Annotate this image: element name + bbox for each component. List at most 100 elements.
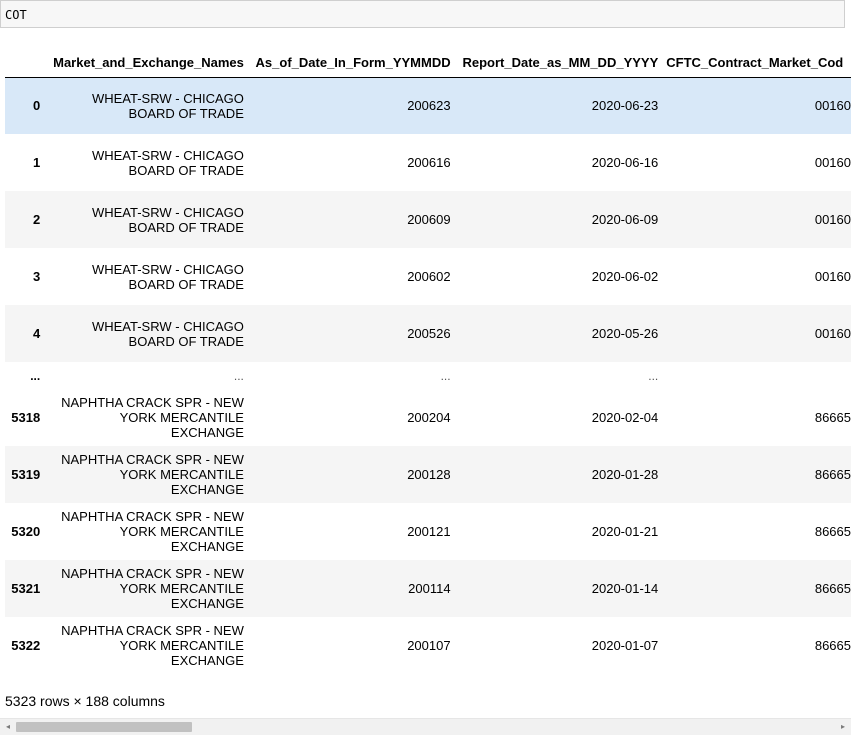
market-name-line: BOARD OF TRADE [128,219,244,235]
market-name-line: YORK MERCANTILE [119,410,244,425]
scroll-left-icon[interactable]: ◂ [3,722,13,732]
column-header: Market_and_Exchange_Names [48,49,248,78]
table-row[interactable]: 5318 NAPHTHA CRACK SPR - NEW YORK MERCANTI… [5,389,851,446]
market-name-line: YORK MERCANTILE [119,638,244,653]
table-row[interactable]: 4 WHEAT-SRW - CHICAGO BOARD OF TRADE 200526… [5,305,851,362]
market-name-line: BOARD OF TRADE [128,162,244,178]
market-name-line: BOARD OF TRADE [128,276,244,292]
column-header: CFTC_Contract_Market_Cod [662,49,851,78]
notebook-output: COT Market_and_Exchange_Names As_of_Date… [0,0,851,737]
table-row[interactable]: 3 WHEAT-SRW - CHICAGO BOARD OF TRADE 200602… [5,248,851,305]
contract-code-cell: 00160 [814,212,851,227]
contract-code-cell: 86665 [814,638,851,653]
column-header: Report_Date_as_MM_DD_YYYY [454,49,663,78]
row-index: 5319 [11,467,41,482]
table-row[interactable]: 2 WHEAT-SRW - CHICAGO BOARD OF TRADE 200609… [5,191,851,248]
market-name-line: YORK MERCANTILE [119,467,244,482]
contract-code-cell: 00160 [814,155,851,170]
market-name-cell: WHEAT-SRW - CHICAGO BOARD OF TRADE [48,248,248,305]
row-index: 2 [32,212,41,227]
market-name-cell: WHEAT-SRW - CHICAGO BOARD OF TRADE [48,305,248,362]
report-date-cell: 2020-06-09 [591,212,659,227]
code-cell-input[interactable]: COT [0,0,845,28]
market-name-line: WHEAT-SRW - CHICAGO [91,318,244,334]
report-date-cell: 2020-06-02 [591,269,659,284]
dataframe-shape: 5323 rows × 188 columns [5,693,165,709]
report-date-cell: 2020-05-26 [591,326,659,341]
index-header [5,49,49,78]
market-name-line: NAPHTHA CRACK SPR - NEW [61,566,244,581]
row-index: 3 [32,269,41,284]
yymmdd-cell: 200609 [407,212,451,227]
market-name-line: NAPHTHA CRACK SPR - NEW [61,509,244,524]
market-name-line: NAPHTHA CRACK SPR - NEW [61,623,244,638]
market-name-line: BOARD OF TRADE [128,333,244,349]
market-name-line: YORK MERCANTILE [119,524,244,539]
report-date-cell: 2020-01-07 [591,638,659,653]
dataframe-viewport[interactable]: Market_and_Exchange_Names As_of_Date_In_… [0,49,851,678]
scroll-right-icon[interactable]: ▸ [838,722,848,732]
report-date-cell: 2020-06-16 [591,155,659,170]
report-date-cell: 2020-01-21 [591,524,659,539]
row-index: 5321 [11,581,41,596]
contract-code-cell: 86665 [814,524,851,539]
report-date-cell: 2020-06-23 [591,98,659,114]
report-date-cell: 2020-01-28 [591,467,659,482]
contract-code-cell: 00160 [814,98,851,114]
market-name-line: NAPHTHA CRACK SPR - NEW [61,452,244,467]
market-name-line: WHEAT-SRW - CHICAGO [91,147,244,163]
report-date-cell: 2020-02-04 [591,410,659,425]
column-header: As_of_Date_In_Form_YYMMDD [247,49,455,78]
table-row[interactable]: 5319 NAPHTHA CRACK SPR - NEW YORK MERCANTI… [5,446,851,503]
contract-code-cell: 86665 [814,410,851,425]
yymmdd-cell: 200616 [407,155,451,170]
report-date-cell: 2020-01-14 [591,581,659,596]
header-row: Market_and_Exchange_Names As_of_Date_In_… [5,49,851,78]
ellipsis-cell: ... [440,368,451,383]
market-name-cell: NAPHTHA CRACK SPR - NEW YORK MERCANTILE EX… [48,560,248,617]
ellipsis-row: ............ [5,362,851,389]
horizontal-scrollbar[interactable]: ◂ ▸ [0,718,851,735]
row-index: 5318 [11,410,41,425]
market-name-cell: NAPHTHA CRACK SPR - NEW YORK MERCANTILE EX… [48,446,248,503]
market-name-line: BOARD OF TRADE [128,105,244,121]
row-index: 1 [32,155,41,170]
market-name-cell: NAPHTHA CRACK SPR - NEW YORK MERCANTILE EX… [48,503,248,560]
yymmdd-cell: 200526 [407,326,451,341]
row-index: 5320 [11,524,41,539]
ellipsis-cell: ... [233,368,244,383]
table-row[interactable]: 0 WHEAT-SRW - CHICAGO BOARD OF TRADE 200623… [5,77,851,134]
scrollbar-thumb[interactable] [16,722,192,732]
market-name-line: YORK MERCANTILE [119,581,244,596]
market-name-cell: NAPHTHA CRACK SPR - NEW YORK MERCANTILE EX… [48,389,248,446]
ellipsis-cell [662,362,851,389]
contract-code-cell: 00160 [814,269,851,284]
yymmdd-cell: 200107 [407,638,451,653]
market-name-line: EXCHANGE [170,482,244,497]
market-name-cell: WHEAT-SRW - CHICAGO BOARD OF TRADE [48,134,248,191]
contract-code-cell: 00160 [814,326,851,341]
market-name-cell: NAPHTHA CRACK SPR - NEW YORK MERCANTILE EX… [48,617,248,674]
market-name-cell: WHEAT-SRW - CHICAGO BOARD OF TRADE [48,77,248,134]
yymmdd-cell: 200623 [407,98,451,114]
row-index: ... [30,368,41,383]
yymmdd-cell: 200204 [407,410,451,425]
market-name-line: EXCHANGE [170,425,244,440]
table-row[interactable]: 5321 NAPHTHA CRACK SPR - NEW YORK MERCANTI… [5,560,851,617]
market-name-line: EXCHANGE [170,653,244,668]
ellipsis-cell: ... [648,368,659,383]
contract-code-cell: 86665 [814,581,851,596]
market-name-line: NAPHTHA CRACK SPR - NEW [61,395,244,410]
market-name-line: WHEAT-SRW - CHICAGO [91,90,244,106]
table-row[interactable]: 1 WHEAT-SRW - CHICAGO BOARD OF TRADE 200616… [5,134,851,191]
market-name-line: WHEAT-SRW - CHICAGO [91,204,244,220]
market-name-cell: WHEAT-SRW - CHICAGO BOARD OF TRADE [48,191,248,248]
yymmdd-cell: 200602 [407,269,451,284]
row-index: 4 [32,326,41,341]
yymmdd-cell: 200121 [407,524,451,539]
table-row[interactable]: 5320 NAPHTHA CRACK SPR - NEW YORK MERCANTI… [5,503,851,560]
row-index: 5322 [11,638,41,653]
market-name-line: EXCHANGE [170,596,244,611]
row-index: 0 [32,98,41,114]
table-row[interactable]: 5322 NAPHTHA CRACK SPR - NEW YORK MERCANTI… [5,617,851,674]
